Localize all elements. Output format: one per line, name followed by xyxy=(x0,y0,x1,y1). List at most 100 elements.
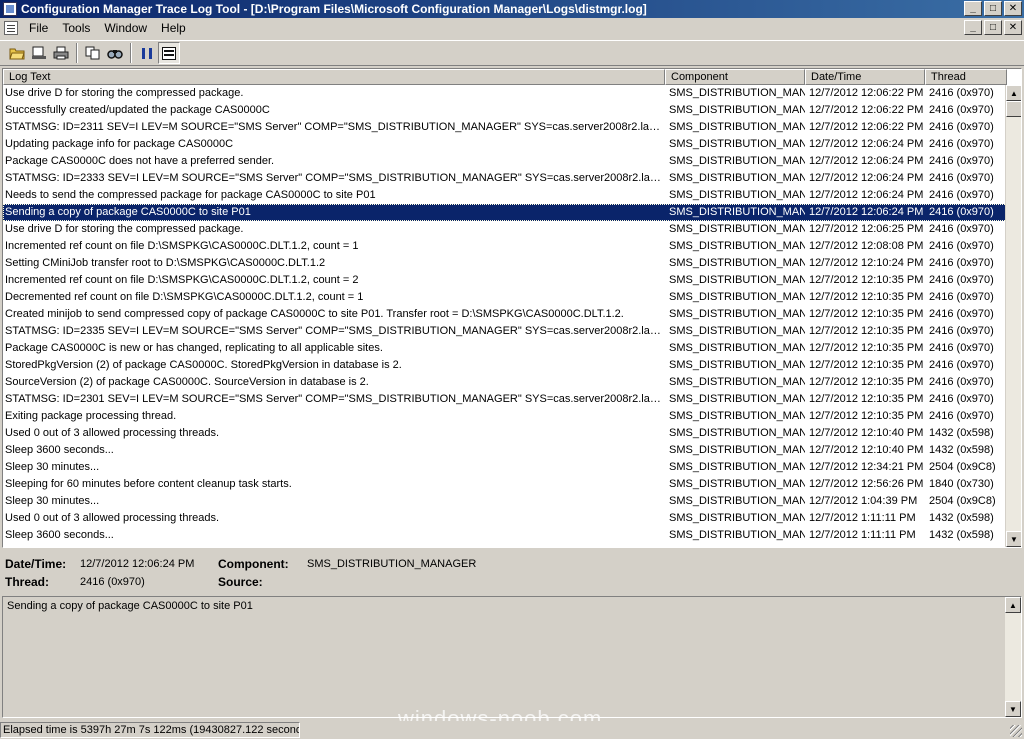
table-row[interactable]: Sleep 3600 seconds... SMS_DISTRIBUTION_MA… xyxy=(3,527,1007,544)
message-scroll-up-icon[interactable]: ▲ xyxy=(1005,597,1021,613)
datetime-cell: 12/7/2012 12:10:40 PM xyxy=(809,427,924,439)
log-list-scrollbar[interactable]: ▲ ▼ xyxy=(1005,85,1021,547)
column-header-thread[interactable]: Thread xyxy=(925,69,1007,85)
copy-icon[interactable] xyxy=(82,42,104,64)
column-header-component[interactable]: Component xyxy=(665,69,805,85)
log-text-cell: Updating package info for package CAS000… xyxy=(5,138,234,150)
thread-cell: 2416 (0x970) xyxy=(929,342,994,354)
table-row[interactable]: StoredPkgVersion (2) of package CAS0000C… xyxy=(3,357,1007,374)
table-row[interactable]: STATMSG: ID=2333 SEV=I LEV=M SOURCE="SMS… xyxy=(3,170,1007,187)
table-row[interactable]: Updating package info for package CAS000… xyxy=(3,136,1007,153)
thread-cell: 2416 (0x970) xyxy=(929,172,994,184)
thread-cell: 2416 (0x970) xyxy=(929,138,994,150)
log-list[interactable]: Log Text Component Date/Time Thread Use … xyxy=(2,68,1022,548)
component-cell: SMS_DISTRIBUTION_MAN xyxy=(669,274,805,286)
table-row[interactable]: Sleep 30 minutes... SMS_DISTRIBUTION_MAN 1… xyxy=(3,493,1007,510)
datetime-cell: 12/7/2012 12:06:22 PM xyxy=(809,87,924,99)
datetime-cell: 12/7/2012 12:10:35 PM xyxy=(809,410,924,422)
table-row[interactable]: Incremented ref count on file D:\SMSPKG\… xyxy=(3,238,1007,255)
table-row[interactable]: Incremented ref count on file D:\SMSPKG\… xyxy=(3,272,1007,289)
component-cell: SMS_DISTRIBUTION_MAN xyxy=(669,529,805,541)
menu-tools[interactable]: Tools xyxy=(55,21,97,35)
table-row[interactable]: Needs to send the compressed package for… xyxy=(3,187,1007,204)
print-icon[interactable] xyxy=(50,42,72,64)
thread-cell: 1432 (0x598) xyxy=(929,512,994,524)
thread-cell: 2416 (0x970) xyxy=(929,206,994,218)
column-header-datetime[interactable]: Date/Time xyxy=(805,69,925,85)
menu-bar: File Tools Window Help _ □ ✕ xyxy=(0,18,1024,38)
table-row[interactable]: STATMSG: ID=2311 SEV=I LEV=M SOURCE="SMS… xyxy=(3,119,1007,136)
maximize-button[interactable]: □ xyxy=(984,1,1002,16)
datetime-label: Date/Time: xyxy=(5,557,67,571)
table-row[interactable]: Used 0 out of 3 allowed processing threa… xyxy=(3,510,1007,527)
table-row[interactable]: Used 0 out of 3 allowed processing threa… xyxy=(3,425,1007,442)
source-label: Source: xyxy=(218,575,263,589)
menu-window[interactable]: Window xyxy=(97,21,154,35)
table-row[interactable]: Decremented ref count on file D:\SMSPKG\… xyxy=(3,289,1007,306)
toolbar-separator xyxy=(130,43,132,63)
highlight-icon[interactable] xyxy=(158,42,180,64)
thread-cell: 1432 (0x598) xyxy=(929,444,994,456)
print-preview-icon[interactable] xyxy=(28,42,50,64)
column-header-log-text[interactable]: Log Text xyxy=(3,69,665,85)
component-cell: SMS_DISTRIBUTION_MAN xyxy=(669,444,805,456)
table-row[interactable]: Use drive D for storing the compressed p… xyxy=(3,85,1007,102)
table-row[interactable]: Sleep 3600 seconds... SMS_DISTRIBUTION_MA… xyxy=(3,442,1007,459)
message-scroll-down-icon[interactable]: ▼ xyxy=(1005,701,1021,717)
title-bar[interactable]: Configuration Manager Trace Log Tool - [… xyxy=(0,0,1024,18)
thread-cell: 2416 (0x970) xyxy=(929,393,994,405)
message-text: Sending a copy of package CAS0000C to si… xyxy=(7,600,253,612)
open-folder-icon[interactable] xyxy=(6,42,28,64)
table-row-selected[interactable]: Sending a copy of package CAS0000C to si… xyxy=(3,204,1007,221)
doc-minimize-button[interactable]: _ xyxy=(964,20,982,35)
log-text-cell: STATMSG: ID=2333 SEV=I LEV=M SOURCE="SMS… xyxy=(5,172,665,184)
close-button[interactable]: ✕ xyxy=(1004,1,1022,16)
component-cell: SMS_DISTRIBUTION_MAN xyxy=(669,172,805,184)
menu-file[interactable]: File xyxy=(22,21,55,35)
table-row[interactable]: Sleep 30 minutes... SMS_DISTRIBUTION_MAN 1… xyxy=(3,459,1007,476)
component-cell: SMS_DISTRIBUTION_MAN xyxy=(669,138,805,150)
table-row[interactable]: Use drive D for storing the compressed p… xyxy=(3,221,1007,238)
message-scrollbar[interactable]: ▲ ▼ xyxy=(1005,597,1021,717)
table-row[interactable]: STATMSG: ID=2301 SEV=I LEV=M SOURCE="SMS… xyxy=(3,391,1007,408)
thread-cell: 2416 (0x970) xyxy=(929,291,994,303)
log-text-cell: Sleep 3600 seconds... xyxy=(5,444,114,456)
menu-help[interactable]: Help xyxy=(154,21,193,35)
table-row[interactable]: STATMSG: ID=2335 SEV=I LEV=M SOURCE="SMS… xyxy=(3,323,1007,340)
doc-restore-button[interactable]: □ xyxy=(984,20,1002,35)
table-row[interactable]: Setting CMiniJob transfer root to D:\SMS… xyxy=(3,255,1007,272)
datetime-cell: 12/7/2012 12:06:24 PM xyxy=(809,138,924,150)
table-row[interactable]: Created minijob to send compressed copy … xyxy=(3,306,1007,323)
table-row[interactable]: Package CAS0000C is new or has changed, … xyxy=(3,340,1007,357)
component-cell: SMS_DISTRIBUTION_MAN xyxy=(669,393,805,405)
datetime-cell: 12/7/2012 12:10:35 PM xyxy=(809,325,924,337)
scroll-up-icon[interactable]: ▲ xyxy=(1006,85,1021,101)
table-row[interactable]: Sleeping for 60 minutes before content c… xyxy=(3,476,1007,493)
scrollbar-thumb[interactable] xyxy=(1006,101,1021,117)
thread-cell: 2416 (0x970) xyxy=(929,104,994,116)
minimize-button[interactable]: _ xyxy=(964,1,982,16)
log-list-header: Log Text Component Date/Time Thread xyxy=(3,69,1007,85)
document-icon[interactable] xyxy=(4,21,18,35)
pause-icon[interactable] xyxy=(136,42,158,64)
component-cell: SMS_DISTRIBUTION_MAN xyxy=(669,223,805,235)
log-text-cell: Used 0 out of 3 allowed processing threa… xyxy=(5,512,220,524)
table-row[interactable]: Exiting package processing thread. SMS_DI… xyxy=(3,408,1007,425)
component-cell: SMS_DISTRIBUTION_MAN xyxy=(669,189,805,201)
thread-cell: 1840 (0x730) xyxy=(929,478,994,490)
log-text-cell: STATMSG: ID=2311 SEV=I LEV=M SOURCE="SMS… xyxy=(5,121,665,133)
thread-cell: 2416 (0x970) xyxy=(929,240,994,252)
app-icon[interactable] xyxy=(3,2,17,16)
component-cell: SMS_DISTRIBUTION_MAN xyxy=(669,291,805,303)
datetime-cell: 12/7/2012 12:08:08 PM xyxy=(809,240,924,252)
datetime-cell: 12/7/2012 12:10:40 PM xyxy=(809,444,924,456)
doc-close-button[interactable]: ✕ xyxy=(1004,20,1022,35)
resize-grip-icon[interactable] xyxy=(1010,725,1022,737)
datetime-cell: 12/7/2012 12:34:21 PM xyxy=(809,461,924,473)
table-row[interactable]: SourceVersion (2) of package CAS0000C. S… xyxy=(3,374,1007,391)
scroll-down-icon[interactable]: ▼ xyxy=(1006,531,1021,547)
table-row[interactable]: Package CAS0000C does not have a preferr… xyxy=(3,153,1007,170)
message-textbox[interactable]: Sending a copy of package CAS0000C to si… xyxy=(2,596,1022,718)
table-row[interactable]: Successfully created/updated the package… xyxy=(3,102,1007,119)
find-icon[interactable] xyxy=(104,42,126,64)
